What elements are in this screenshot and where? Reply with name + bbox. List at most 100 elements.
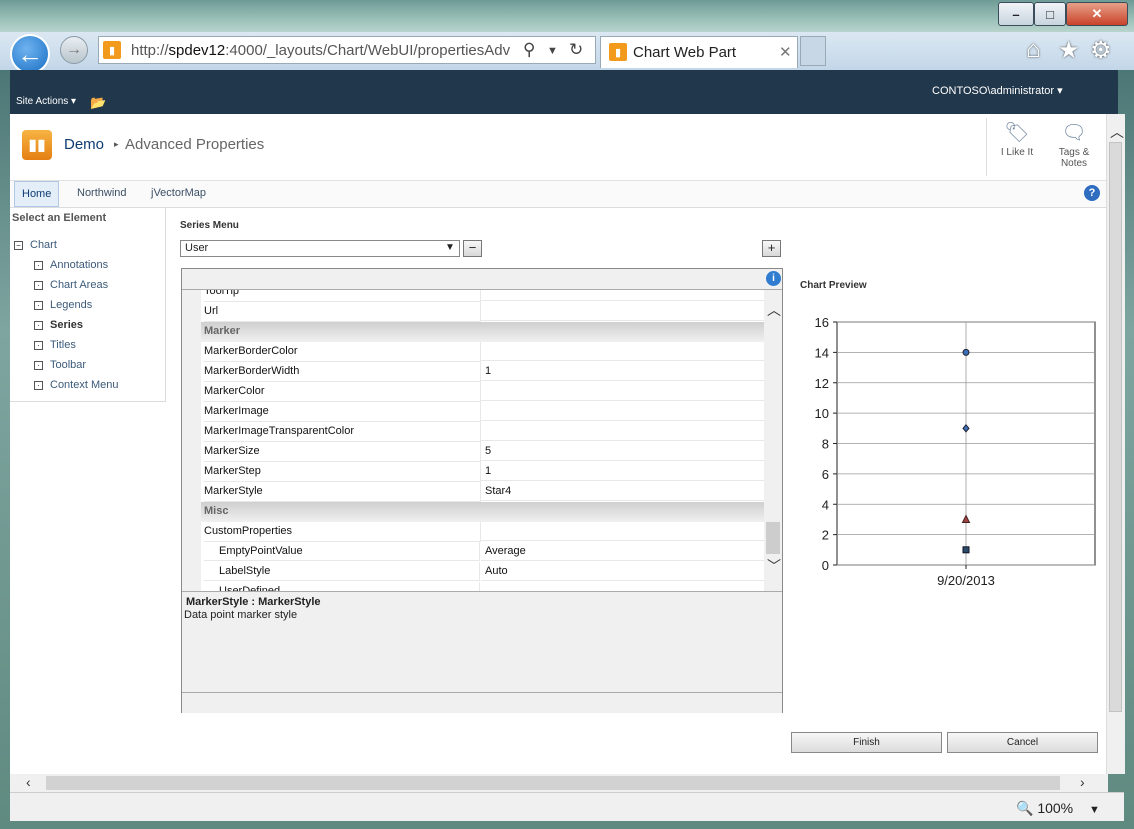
property-row[interactable]: EmptyPointValue Average <box>182 542 764 562</box>
property-row[interactable]: CustomProperties <box>182 522 764 542</box>
maximize-button[interactable]: □ <box>1034 2 1066 26</box>
y-tick-label: 4 <box>822 497 829 512</box>
nav-northwind[interactable]: Northwind <box>70 181 134 205</box>
chevron-down-icon[interactable]: ﹀ <box>767 556 781 576</box>
property-list[interactable]: ToolTip Url Marker MarkerBorderColor MarkerB… <box>182 290 764 591</box>
property-value[interactable]: 5 <box>481 442 764 461</box>
new-tab-button[interactable] <box>800 36 826 66</box>
refresh-icon[interactable]: ↻ <box>569 40 583 60</box>
property-value[interactable] <box>481 382 764 401</box>
property-value[interactable]: Star4 <box>481 482 764 501</box>
tree-item-chart-areas[interactable]: Chart Areas <box>50 279 108 291</box>
property-value[interactable] <box>481 342 764 361</box>
property-row[interactable]: UserDefined <box>182 582 764 591</box>
address-bar[interactable]: ▮ http://spdev12:4000/_layouts/Chart/Web… <box>98 36 596 64</box>
property-category[interactable]: Misc <box>182 502 764 522</box>
tree-node-icon: · <box>34 261 43 270</box>
property-value[interactable]: 1 <box>481 362 764 381</box>
browser-tab[interactable]: ▮ Chart Web Part ✕ <box>600 36 798 68</box>
property-value[interactable] <box>481 582 764 591</box>
nav-jvectormap[interactable]: jVectorMap <box>144 181 213 205</box>
page-hscroll-thumb[interactable] <box>46 776 1060 790</box>
page-scroll-thumb[interactable] <box>1109 142 1122 712</box>
dropdown-arrow-icon[interactable]: ▼ <box>547 45 558 57</box>
property-row[interactable]: LabelStyle Auto <box>182 562 764 582</box>
user-menu[interactable]: CONTOSO\administrator ▾ <box>932 84 1063 97</box>
address-url[interactable]: http://spdev12:4000/_layouts/Chart/WebUI… <box>131 42 521 59</box>
minimize-button[interactable]: – <box>998 2 1034 26</box>
add-series-button[interactable]: + <box>762 240 781 257</box>
page-content: ▮▮ Demo ▸ Advanced Properties 🏷 I Like I… <box>10 114 1108 774</box>
help-icon[interactable]: ? <box>1084 185 1100 201</box>
tree-item-series[interactable]: Series <box>50 319 83 331</box>
remove-series-button[interactable]: − <box>463 240 482 257</box>
settings-gear-icon[interactable]: ⚙ <box>1090 36 1112 65</box>
tags-notes-button[interactable]: 🗨 Tags & Notes <box>1046 120 1102 169</box>
series-select[interactable]: User ▼ <box>180 240 460 257</box>
property-row[interactable]: MarkerImageTransparentColor <box>182 422 764 442</box>
grid-scroll-thumb[interactable] <box>766 522 780 554</box>
property-value[interactable]: Auto <box>481 562 764 581</box>
property-category[interactable]: Marker <box>182 322 764 342</box>
property-value[interactable] <box>481 422 764 441</box>
chevron-up-icon[interactable]: ︿ <box>767 300 781 320</box>
tree-item-toolbar[interactable]: Toolbar <box>50 359 86 371</box>
row-gutter <box>182 382 201 402</box>
property-row[interactable]: MarkerBorderWidth 1 <box>182 362 764 382</box>
zoom-level[interactable]: 🔍 100% ▼ <box>1016 800 1100 817</box>
close-window-button[interactable]: ✕ <box>1066 2 1128 26</box>
property-name: MarkerSize <box>204 442 481 462</box>
property-row[interactable]: MarkerColor <box>182 382 764 402</box>
top-navigation: Home Northwind jVectorMap ? <box>10 180 1108 208</box>
back-button[interactable]: ← <box>10 34 50 74</box>
grid-scrollbar[interactable]: ︿ ﹀ <box>764 290 782 591</box>
tree-item-titles[interactable]: Titles <box>50 339 76 351</box>
property-row[interactable]: Url <box>182 302 764 322</box>
row-gutter <box>182 442 201 462</box>
chevron-left-icon[interactable]: ‹ <box>26 774 31 790</box>
cancel-button[interactable]: Cancel <box>947 732 1098 753</box>
search-icon[interactable]: ⚲ <box>523 40 535 60</box>
property-value[interactable]: Average <box>481 542 764 561</box>
property-value[interactable] <box>481 290 764 301</box>
tab-close-icon[interactable]: ✕ <box>779 43 792 61</box>
property-name: MarkerImageTransparentColor <box>204 422 481 442</box>
row-gutter <box>182 422 201 442</box>
site-logo-icon[interactable]: ▮▮ <box>22 130 52 160</box>
breadcrumb-site[interactable]: Demo <box>64 136 104 153</box>
property-value[interactable] <box>481 402 764 421</box>
property-row[interactable]: MarkerSize 5 <box>182 442 764 462</box>
y-tick-label: 8 <box>822 437 829 452</box>
tree-item-legends[interactable]: Legends <box>50 299 92 311</box>
window-titlebar: – □ ✕ <box>0 0 1134 32</box>
description-text: Data point marker style <box>184 609 298 621</box>
thumbs-up-tag-icon: 🏷 <box>1004 122 1030 144</box>
forward-button[interactable]: → <box>60 36 88 64</box>
nav-home[interactable]: Home <box>14 181 60 207</box>
property-row[interactable]: ToolTip <box>182 290 764 302</box>
chevron-down-icon[interactable]: ▼ <box>1089 804 1100 816</box>
tree-item-context-menu[interactable]: Context Menu <box>50 379 118 391</box>
info-icon[interactable]: i <box>766 271 781 286</box>
chevron-right-icon[interactable]: › <box>1080 774 1085 790</box>
page-scrollbar[interactable]: ︿ <box>1106 114 1125 774</box>
page-hscrollbar[interactable]: ‹ › <box>10 774 1108 792</box>
property-row[interactable]: MarkerStep 1 <box>182 462 764 482</box>
property-value[interactable] <box>481 522 764 541</box>
property-row[interactable]: MarkerBorderColor <box>182 342 764 362</box>
property-value[interactable]: 1 <box>481 462 764 481</box>
collapse-icon[interactable]: − <box>14 241 23 250</box>
favorites-star-icon[interactable]: ★ <box>1058 36 1080 65</box>
site-actions-menu[interactable]: Site Actions ▾ <box>16 96 76 107</box>
chevron-down-icon: ▼ <box>445 242 455 253</box>
property-row[interactable]: MarkerImage <box>182 402 764 422</box>
i-like-it-button[interactable]: 🏷 I Like It <box>989 120 1045 158</box>
tree-item-annotations[interactable]: Annotations <box>50 259 108 271</box>
home-icon[interactable]: ⌂ <box>1026 36 1041 64</box>
chevron-up-icon[interactable]: ︿ <box>1110 122 1124 142</box>
property-value[interactable] <box>481 302 764 321</box>
navigate-up-icon[interactable]: 📂 <box>90 95 106 111</box>
property-row[interactable]: MarkerStyle Star4 <box>182 482 764 502</box>
tree-item-chart[interactable]: Chart <box>30 239 57 251</box>
finish-button[interactable]: Finish <box>791 732 942 753</box>
